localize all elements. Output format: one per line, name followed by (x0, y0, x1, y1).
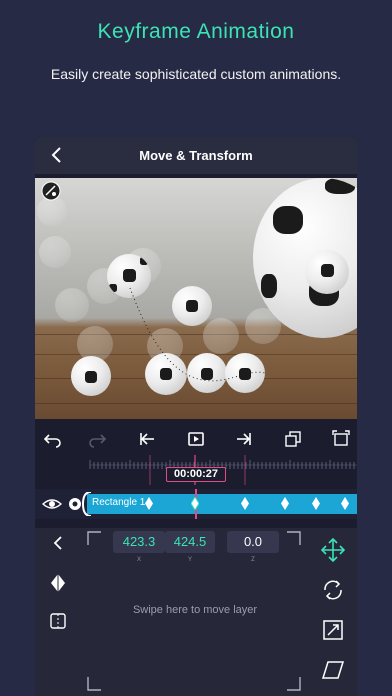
swipe-hint: Swipe here to move layer (132, 604, 258, 616)
duplicate-icon[interactable] (283, 429, 303, 449)
promo-subtitle: Easily create sophisticated custom anima… (50, 66, 342, 82)
keyframe-marker[interactable] (145, 497, 153, 510)
move-icon[interactable] (320, 537, 346, 563)
y-label: Y (187, 557, 192, 563)
keyframe-marker[interactable] (341, 497, 349, 510)
nav-bar: Move & Transform (35, 137, 357, 174)
collapse-icon[interactable] (49, 534, 67, 552)
keyframe-marker[interactable] (241, 497, 249, 510)
redo-icon[interactable] (89, 429, 109, 449)
keyframe-marker[interactable] (191, 497, 199, 510)
x-label: X (136, 557, 141, 563)
fit-icon[interactable] (331, 429, 351, 449)
timeline-toolbar (35, 423, 357, 457)
promo-title: Keyframe Animation (97, 20, 295, 43)
timecode-readout: 00:00:27 (166, 467, 226, 482)
x-value-field[interactable]: 423.3 (113, 531, 165, 553)
preview-canvas[interactable] (35, 178, 357, 419)
eye-icon[interactable] (42, 496, 62, 512)
animation-icon[interactable] (41, 181, 61, 201)
layer-name: Rectangle 1 (92, 497, 146, 508)
jump-start-icon[interactable] (137, 429, 157, 449)
keyframe-marker[interactable] (281, 497, 289, 510)
motion-path (129, 287, 266, 382)
app-screen: Move & Transform 00:00:27 Rectangle 1 42… (35, 137, 357, 696)
keyframe-icon[interactable] (50, 573, 66, 593)
keyframe-marker[interactable] (312, 497, 320, 510)
y-value-field[interactable]: 424.5 (165, 531, 215, 553)
jump-end-icon[interactable] (234, 429, 254, 449)
z-value-field[interactable]: 0.0 (227, 531, 279, 553)
gear-icon[interactable] (68, 497, 82, 511)
skew-icon[interactable] (321, 660, 345, 680)
scale-icon[interactable] (322, 619, 344, 641)
page-title: Move & Transform (139, 148, 253, 163)
undo-icon[interactable] (41, 429, 61, 449)
z-label: Z (251, 557, 255, 563)
rotate-icon[interactable] (321, 578, 345, 602)
mirror-icon[interactable] (49, 612, 67, 630)
loop-icon[interactable] (186, 429, 206, 449)
